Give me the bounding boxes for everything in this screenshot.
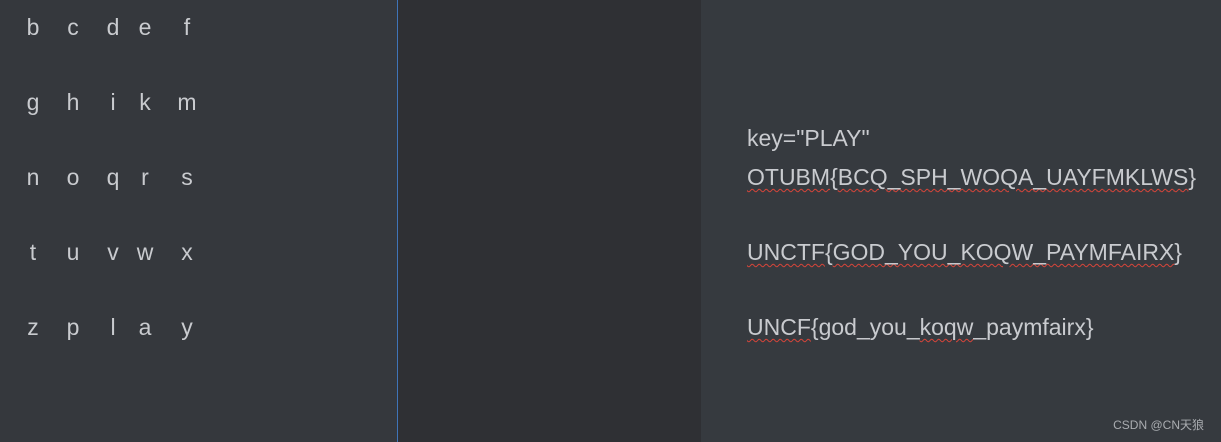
alt-body-part1: god_you_ <box>818 314 920 340</box>
flag-brace-close: } <box>1174 239 1182 265</box>
editor-window: b c de f gh ikm noqr s t u vw x z p la y key="PLAY" OTU… <box>0 0 1221 442</box>
flag-brace-open: { <box>824 239 833 265</box>
cipher-brace-close: } <box>1188 164 1197 190</box>
letter-grid-cell: a <box>138 314 152 340</box>
flag-body: GOD_YOU_KOQW_PAYMFAIRX <box>832 239 1175 265</box>
cipher-brace-open: { <box>830 164 838 190</box>
letter-grid-cell: k <box>139 89 151 115</box>
letter-grid-pane[interactable]: b c de f gh ikm noqr s t u vw x z p la y <box>0 0 397 442</box>
letter-grid-cell: c <box>67 14 79 40</box>
letter-grid-cell: m <box>177 89 197 115</box>
flag-prefix: UNCTF <box>747 239 825 265</box>
letter-grid-cell: q <box>106 164 120 190</box>
notes-pane[interactable] <box>701 0 1221 442</box>
key-line: key="PLAY" <box>747 125 870 151</box>
letter-grid-cell: l <box>110 314 116 340</box>
letter-grid-cell: b <box>26 14 40 40</box>
letter-grid-cell: o <box>66 164 80 190</box>
letter-grid-cell: r <box>141 164 149 190</box>
letter-grid-row: t u vw x <box>0 237 397 267</box>
letter-grid-cell: t <box>29 239 37 265</box>
letter-grid-cell: z <box>27 314 39 340</box>
watermark: CSDN @CN天狼 <box>1113 418 1204 432</box>
letter-grid-cell: y <box>181 314 193 340</box>
letter-grid-cell: u <box>66 239 80 265</box>
alt-body-part2: koqw <box>919 314 974 340</box>
flag-line: UNCTF{GOD_YOU_KOQW_PAYMFAIRX} <box>747 237 1182 267</box>
cipher-body: BCQ_SPH_WOQA_UAYFMKLWS <box>837 164 1189 190</box>
letter-grid-cell: g <box>26 89 40 115</box>
cipher-line: OTUBM{BCQ_SPH_WOQA_UAYFMKLWS} <box>747 162 1196 192</box>
alt-brace-open: { <box>810 314 819 340</box>
letter-grid-cell: w <box>136 239 154 265</box>
alt-body-part3: _paymfairx <box>973 314 1086 340</box>
letter-grid-cell: e <box>138 14 152 40</box>
letter-grid-row: gh ikm <box>0 87 397 117</box>
blank-pane <box>398 0 701 442</box>
letter-grid-cell: p <box>66 314 80 340</box>
letter-grid-row: noqr s <box>0 162 397 192</box>
letter-grid-cell: d <box>106 14 120 40</box>
letter-grid-cell: n <box>26 164 40 190</box>
letter-grid-row: z p la y <box>0 312 397 342</box>
letter-grid-cell: x <box>181 239 193 265</box>
letter-grid-cell: s <box>181 164 193 190</box>
letter-grid-cell: v <box>107 239 119 265</box>
cipher-prefix: OTUBM <box>747 164 831 190</box>
letter-grid-row: b c de f <box>0 12 397 42</box>
alt-brace-close: } <box>1085 314 1094 340</box>
letter-grid-cell: f <box>183 14 191 40</box>
alt-prefix: UNCF <box>747 314 811 340</box>
alt-flag-line: UNCF{god_you_koqw_paymfairx} <box>747 312 1094 342</box>
letter-grid-cell: i <box>110 89 116 115</box>
letter-grid-cell: h <box>66 89 80 115</box>
